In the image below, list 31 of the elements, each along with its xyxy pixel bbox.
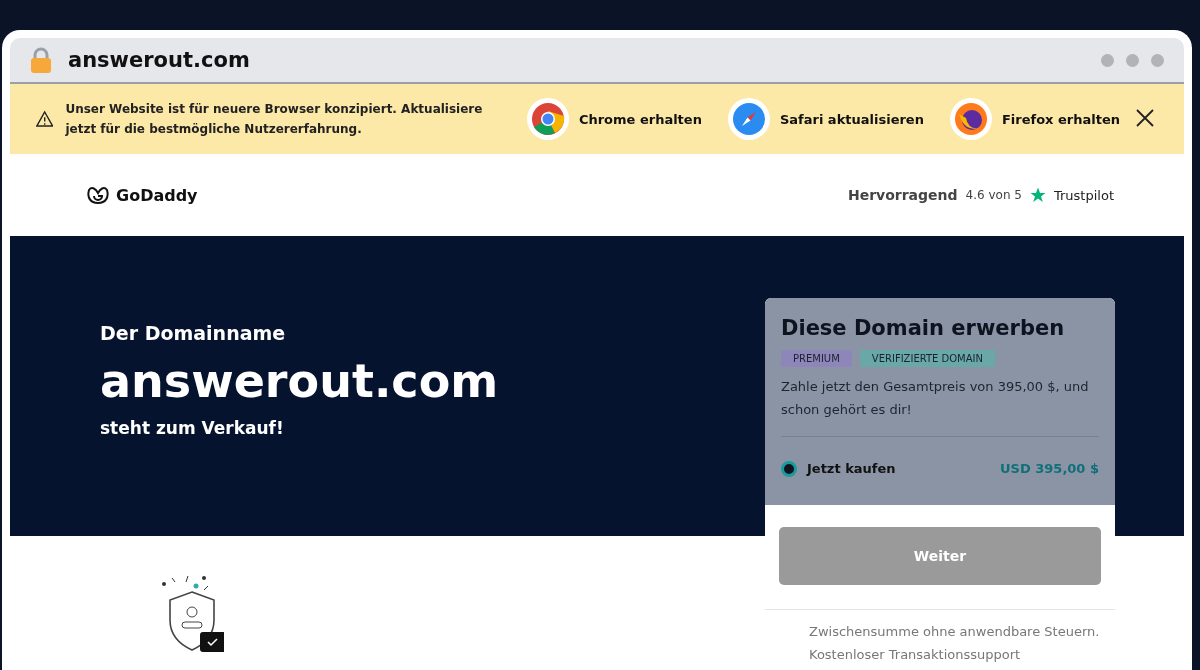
window-dot[interactable]	[1126, 53, 1139, 67]
browser-warning-text: Unser Website ist für neuere Browser konzipiert. Aktualisiere jetzt für die bestmögliche Nutzererfahrung.	[65, 100, 484, 138]
chrome-logo-icon	[530, 102, 565, 136]
star-icon	[1030, 187, 1046, 203]
browser-link[interactable]: Chrome erhalten	[526, 98, 702, 140]
domain-tag: PREMIUM	[781, 350, 852, 367]
card-title: Diese Domain erwerben	[781, 316, 1066, 340]
browser-link[interactable]: Safari aktualisieren	[727, 98, 924, 140]
close-icon	[1136, 109, 1154, 127]
option-price: USD 395,00 $	[1000, 461, 1099, 477]
card-description: Zahle jetzt den Gesamtpreis von 395,00 $, und schon gehört es dir!	[781, 375, 1099, 437]
warning-icon	[36, 110, 54, 128]
hero-kicker: Der Domainname	[100, 322, 286, 344]
rating-label: Hervorragend	[847, 187, 958, 203]
firefox-logo-icon	[953, 102, 988, 136]
radio-button[interactable]	[781, 460, 797, 477]
logo-icon	[86, 185, 110, 205]
lock-icon	[30, 47, 52, 73]
card-note: Kostenloser Transaktionssupport	[809, 646, 1022, 662]
hero-domain: answerout.com	[100, 354, 499, 408]
option-label[interactable]: Jetzt kaufen	[807, 461, 896, 477]
window-dot[interactable]	[1151, 53, 1164, 67]
domain-tag: VERIFIZIERTE DOMAIN	[859, 350, 995, 367]
trustpilot-text[interactable]: Trustpilot	[1054, 187, 1114, 203]
rating-score: 4.6 von 5	[965, 188, 1022, 202]
logo-text[interactable]: GoDaddy	[116, 185, 198, 205]
hero-tagline: steht zum Verkauf!	[100, 418, 284, 438]
safari-logo-icon	[731, 102, 766, 136]
browser-link[interactable]: Firefox erhalten	[949, 98, 1120, 140]
card-note: Zwischensumme ohne anwendbare Steuern.	[809, 623, 1101, 639]
window-dot[interactable]	[1101, 53, 1114, 67]
